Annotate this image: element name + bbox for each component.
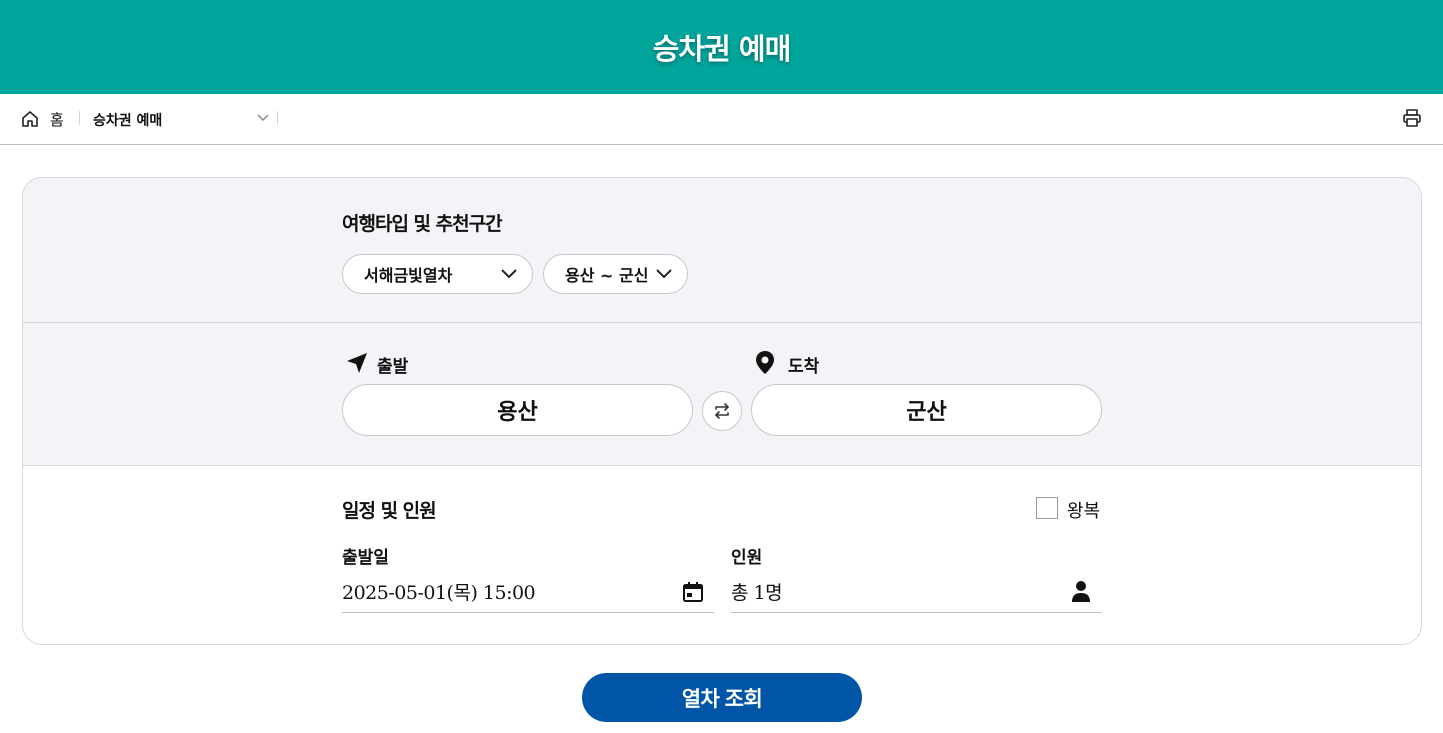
- booking-form-card: 여행타입 및 추천구간 서해금빛열차 용산 ~ 군신 출발 도착 용산 군산 일…: [22, 177, 1422, 645]
- departure-label: 출발: [377, 357, 409, 377]
- departure-date-label: 출발일: [342, 548, 389, 568]
- search-trains-button[interactable]: 열차 조회: [582, 673, 862, 722]
- breadcrumb-home[interactable]: 홈: [50, 109, 64, 130]
- train-type-value: 서해금빛열차: [364, 266, 453, 285]
- train-type-select[interactable]: 서해금빛열차: [342, 254, 533, 294]
- route-value: 용산 ~ 군신: [565, 266, 649, 285]
- departure-station-button[interactable]: 용산: [342, 384, 693, 436]
- swap-stations-button[interactable]: [702, 391, 742, 431]
- page-title: 승차권 예매: [652, 32, 791, 66]
- departure-date-field[interactable]: 2025-05-01(목) 15:00: [342, 571, 714, 613]
- breadcrumb-divider: [79, 111, 80, 125]
- chevron-down-icon[interactable]: [256, 112, 270, 122]
- passenger-field[interactable]: 총 1명: [731, 571, 1102, 613]
- trip-type-section: 여행타입 및 추천구간 서해금빛열차 용산 ~ 군신: [23, 178, 1421, 323]
- arrival-station-button[interactable]: 군산: [751, 384, 1102, 436]
- home-icon[interactable]: [21, 110, 39, 128]
- round-trip-checkbox[interactable]: [1036, 497, 1058, 519]
- calendar-icon[interactable]: [682, 581, 704, 603]
- page-header: 승차권 예매: [0, 0, 1443, 94]
- breadcrumb-divider: [277, 111, 278, 125]
- location-pin-icon: [756, 351, 774, 374]
- swap-icon: [715, 403, 729, 419]
- arrival-label: 도착: [788, 357, 820, 377]
- trip-type-title: 여행타입 및 추천구간: [342, 213, 503, 235]
- passenger-label: 인원: [731, 548, 763, 568]
- print-icon[interactable]: [1402, 108, 1422, 128]
- chevron-down-icon: [501, 269, 517, 279]
- schedule-section: 일정 및 인원 왕복 출발일 2025-05-01(목) 15:00 인원 총 …: [23, 466, 1421, 644]
- departure-date-value: 2025-05-01(목) 15:00: [342, 582, 536, 604]
- route-select[interactable]: 용산 ~ 군신: [543, 254, 688, 294]
- person-icon[interactable]: [1071, 580, 1091, 602]
- schedule-title: 일정 및 인원: [342, 500, 437, 522]
- route-section: 출발 도착 용산 군산: [23, 323, 1421, 466]
- chevron-down-icon: [656, 269, 672, 279]
- breadcrumb: 홈 승차권 예매: [0, 94, 1443, 145]
- passenger-value: 총 1명: [731, 582, 783, 604]
- round-trip-label[interactable]: 왕복: [1067, 497, 1100, 523]
- navigation-arrow-icon: [347, 353, 367, 373]
- breadcrumb-current[interactable]: 승차권 예매: [93, 110, 162, 130]
